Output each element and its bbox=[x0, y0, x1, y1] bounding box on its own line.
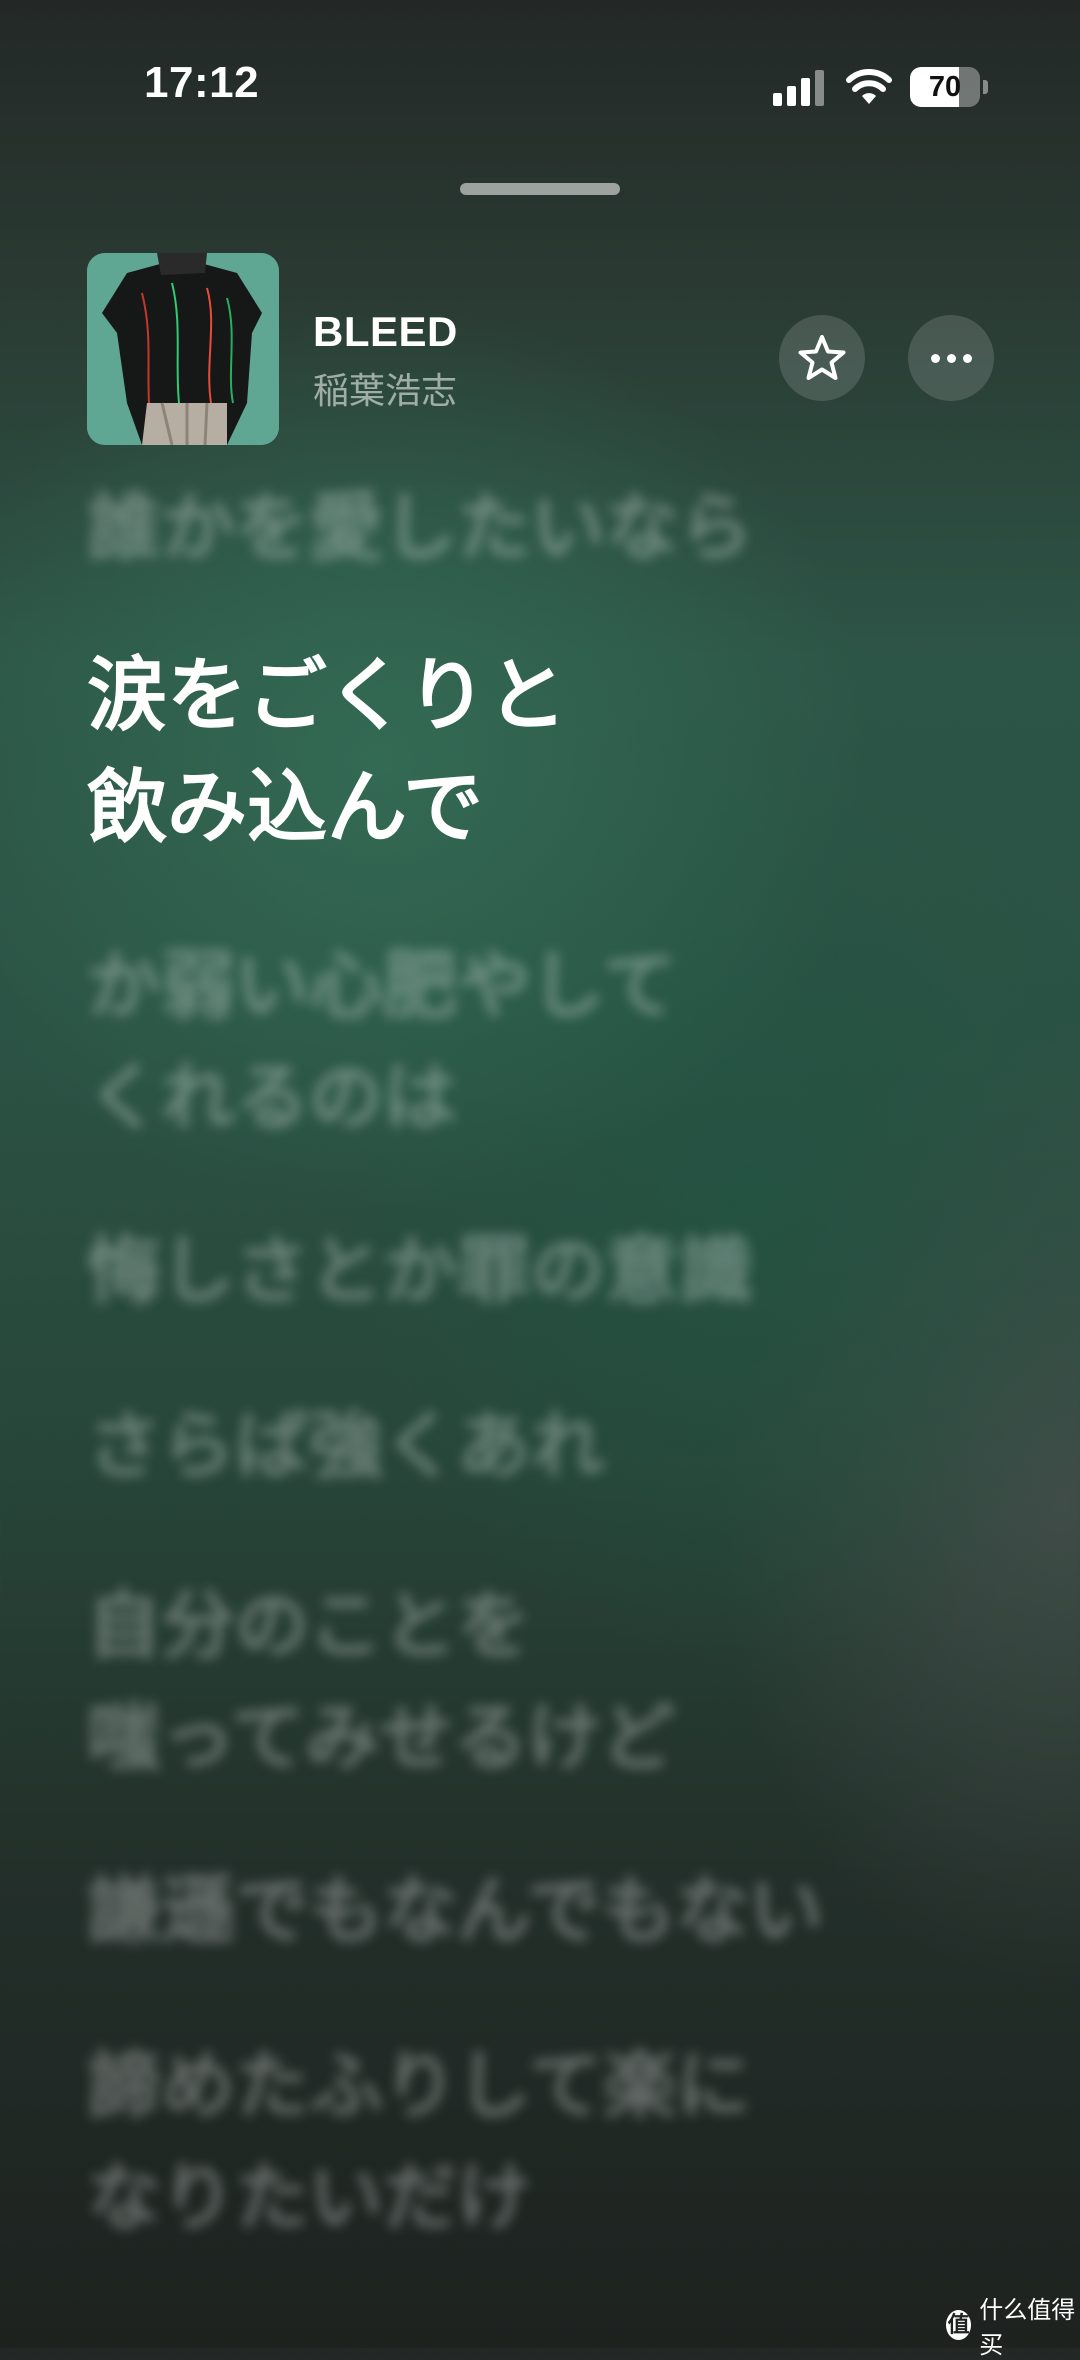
lyric-text-line: 自分のことを bbox=[87, 1583, 531, 1669]
lyric-text-line: 涙をごくりと bbox=[87, 649, 567, 742]
status-bar: 17:12 70 bbox=[0, 0, 1080, 130]
lyric-line-active[interactable]: 涙をごくりと 飲み込んで bbox=[87, 640, 787, 864]
lyric-line-active-text: 涙をごくりと 飲み込んで bbox=[87, 640, 787, 864]
status-time: 17:12 bbox=[144, 58, 260, 107]
track-artist[interactable]: 稲葉浩志 bbox=[313, 362, 457, 414]
favorite-button[interactable] bbox=[779, 315, 865, 401]
star-outline-icon bbox=[798, 335, 846, 380]
lyric-line[interactable]: さらば強くあれ bbox=[87, 1390, 605, 1502]
album-artwork[interactable] bbox=[87, 253, 279, 445]
lyric-text-line: くれるのは bbox=[87, 1055, 457, 1141]
more-options-button[interactable] bbox=[908, 315, 994, 401]
lyric-text-line: 嗤ってみせるけど bbox=[87, 1695, 676, 1781]
lyric-line[interactable]: 誰かを愛したいなら bbox=[87, 472, 753, 584]
battery-level: 70 bbox=[928, 71, 962, 103]
lyric-line[interactable]: 悔しさとか罪の意識 bbox=[87, 1215, 753, 1327]
wifi-icon bbox=[846, 69, 892, 104]
lyric-line[interactable]: 謙遜でもなんでもない bbox=[87, 1855, 823, 1967]
watermark-logo: 值 bbox=[946, 2310, 972, 2340]
lyric-line[interactable]: か弱い心肥やして くれるのは bbox=[87, 930, 967, 1154]
watermark-text: 什么值得买 bbox=[979, 2296, 1076, 2359]
sheet-grabber[interactable] bbox=[460, 183, 620, 195]
lyric-text-line: か弱い心肥やして bbox=[87, 943, 677, 1029]
battery-icon: 70 bbox=[910, 67, 990, 107]
lyric-text-line: なりたいだけ bbox=[87, 2155, 531, 2241]
lyric-text-line: 飲み込んで bbox=[87, 761, 483, 854]
lyric-text-line: 諦めたふりして楽に bbox=[87, 2043, 751, 2129]
lyric-line[interactable]: 自分のことを嗤ってみせるけど bbox=[87, 1570, 967, 1794]
track-title: BLEED bbox=[313, 308, 458, 355]
lyric-line[interactable]: 諦めたふりして楽に なりたいだけ bbox=[87, 2030, 967, 2254]
signal-icon bbox=[773, 68, 827, 106]
watermark: 值 什么值得买 bbox=[946, 2296, 1080, 2359]
ellipsis-icon bbox=[930, 353, 972, 363]
